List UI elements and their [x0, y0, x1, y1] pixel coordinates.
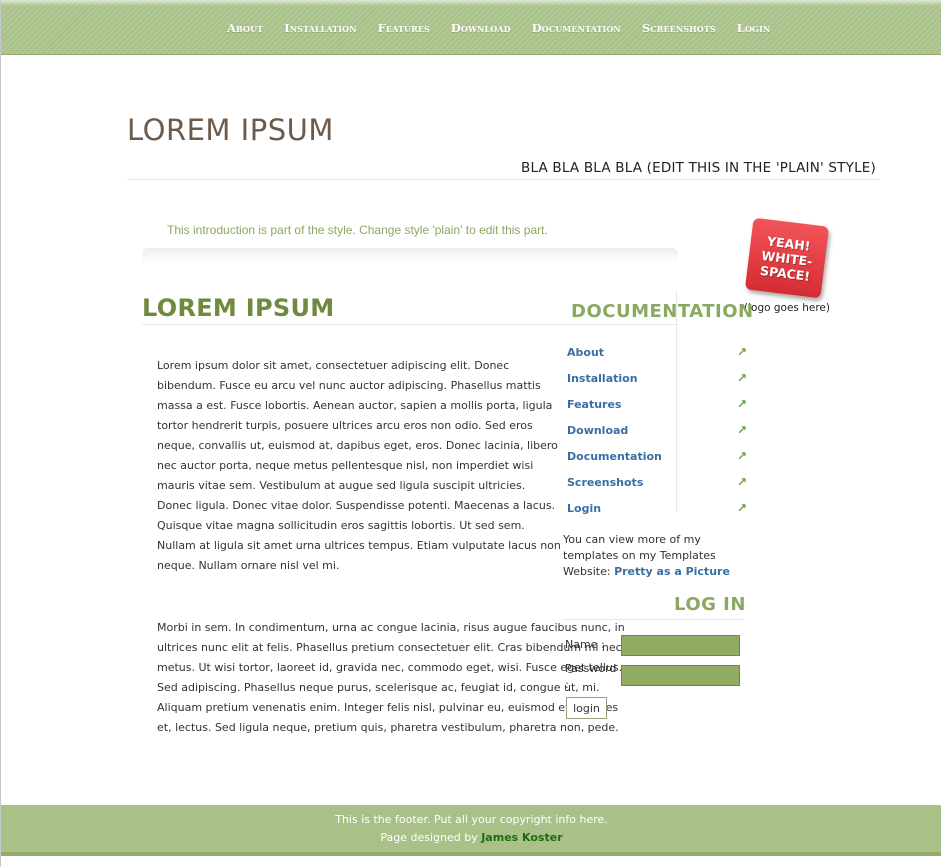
main-nav: About Installation Features Download Doc… [227, 21, 791, 35]
doc-item-documentation: Documentation ↗ [563, 443, 749, 469]
nav-login[interactable]: Login [737, 21, 770, 35]
main-title: LOREM IPSUM [142, 294, 335, 322]
footer-credit: Page designed by James Koster [1, 829, 941, 847]
logo-badge[interactable]: YEAH! WHITE- SPACE! [744, 217, 830, 299]
site-tagline: BLA BLA BLA BLA (EDIT THIS IN THE 'PLAIN… [521, 160, 876, 176]
top-nav-bar: About Installation Features Download Doc… [1, 0, 941, 55]
password-input[interactable] [621, 665, 740, 686]
nav-about[interactable]: About [227, 21, 263, 35]
doc-link-documentation[interactable]: Documentation [567, 450, 662, 463]
nav-features[interactable]: Features [378, 21, 430, 35]
doc-link-login[interactable]: Login [567, 502, 601, 515]
nav-screenshots[interactable]: Screenshots [642, 21, 716, 35]
main-paragraph-1: Lorem ipsum dolor sit amet, consectetuer… [157, 359, 561, 572]
nav-installation[interactable]: Installation [284, 21, 356, 35]
arrow-up-right-icon: ↗ [736, 475, 747, 489]
doc-link-features[interactable]: Features [567, 398, 621, 411]
arrow-up-right-icon: ↗ [736, 423, 747, 437]
footer-bottom-bar [1, 852, 941, 856]
doc-item-download: Download ↗ [563, 417, 749, 443]
arrow-up-right-icon: ↗ [736, 345, 747, 359]
nav-documentation[interactable]: Documentation [532, 21, 621, 35]
doc-item-features: Features ↗ [563, 391, 749, 417]
site-title: LOREM IPSUM [127, 113, 334, 147]
templates-note: You can view more of my templates on my … [563, 532, 747, 580]
doc-item-about: About ↗ [563, 339, 749, 365]
arrow-up-right-icon: ↗ [736, 449, 747, 463]
doc-link-about[interactable]: About [567, 346, 604, 359]
footer-credit-prefix: Page designed by [380, 831, 482, 844]
doc-item-screenshots: Screenshots ↗ [563, 469, 749, 495]
footer: This is the footer. Put all your copyrig… [1, 805, 941, 852]
arrow-up-right-icon: ↗ [736, 397, 747, 411]
main-paragraph-2: Morbi in sem. In condimentum, urna ac co… [157, 621, 625, 734]
login-button[interactable]: login [566, 697, 607, 719]
templates-website-link[interactable]: Pretty as a Picture [614, 565, 730, 578]
arrow-up-right-icon: ↗ [736, 501, 747, 515]
designer-link[interactable]: James Koster [481, 831, 562, 844]
logo-caption: (logo goes here) [744, 302, 830, 314]
documentation-list: About ↗ Installation ↗ Features ↗ Downlo… [563, 339, 749, 521]
nav-download[interactable]: Download [451, 21, 511, 35]
footer-copyright: This is the footer. Put all your copyrig… [335, 813, 608, 826]
intro-shadow [142, 248, 678, 262]
login-heading: LOG IN [674, 594, 746, 615]
documentation-heading: DOCUMENTATION [571, 301, 754, 322]
doc-link-download[interactable]: Download [567, 424, 628, 437]
name-input[interactable] [621, 635, 740, 656]
doc-link-installation[interactable]: Installation [567, 372, 638, 385]
arrow-up-right-icon: ↗ [736, 371, 747, 385]
login-divider [563, 619, 743, 620]
main-title-divider [142, 324, 676, 325]
name-label: Name : [565, 638, 605, 651]
intro-text: This introduction is part of the style. … [167, 223, 548, 237]
doc-item-installation: Installation ↗ [563, 365, 749, 391]
header-divider [127, 179, 879, 180]
doc-item-login: Login ↗ [563, 495, 749, 521]
password-label: Password : [565, 662, 617, 691]
doc-link-screenshots[interactable]: Screenshots [567, 476, 643, 489]
